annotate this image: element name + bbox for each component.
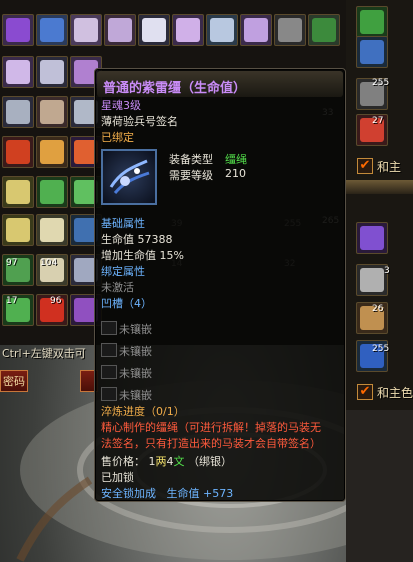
price-silver-unit: 文 bbox=[173, 455, 185, 468]
stack-count: 3 bbox=[384, 266, 390, 276]
price-bind: （绑银） bbox=[188, 455, 232, 468]
stack-count: 26 bbox=[372, 304, 384, 314]
inventory-slot[interactable] bbox=[308, 14, 340, 46]
refine-progress: 淬炼进度（0/1） bbox=[101, 405, 185, 418]
req-level-label: 需要等级 bbox=[169, 169, 213, 182]
inventory-slot[interactable] bbox=[2, 176, 34, 208]
tooltip-title-bar: 普通的紫雷缰（生命值） bbox=[97, 71, 343, 97]
equip-type-label: 装备类型 bbox=[169, 153, 213, 166]
inventory-slot[interactable] bbox=[274, 14, 306, 46]
socket-label: 未镶嵌 bbox=[119, 323, 152, 336]
inventory-slot[interactable] bbox=[36, 214, 68, 246]
checkbox-top[interactable]: ✔ bbox=[357, 158, 373, 174]
price-gold-unit: 两 bbox=[155, 455, 167, 468]
inventory-slot[interactable] bbox=[240, 14, 272, 46]
item-icon bbox=[101, 149, 157, 205]
inventory-slot[interactable] bbox=[138, 14, 170, 46]
stack-count: 96 bbox=[50, 296, 62, 306]
locked-status: 已加锁 bbox=[101, 471, 134, 484]
password-button[interactable]: 密码 bbox=[0, 370, 28, 392]
right-panel: 255 27 3 255 26 bbox=[346, 0, 413, 410]
inventory-slot[interactable] bbox=[36, 176, 68, 208]
socket-slot bbox=[101, 343, 117, 357]
inventory-slot[interactable] bbox=[36, 14, 68, 46]
description-line-1: 精心制作的缰绳（可进行拆解！掉落的马装无 bbox=[101, 421, 321, 434]
stack-count: 255 bbox=[372, 344, 390, 354]
hp-value: 57388 bbox=[137, 233, 173, 246]
inventory-slot[interactable] bbox=[2, 14, 34, 46]
inventory-slot[interactable] bbox=[2, 214, 34, 246]
price-label: 售价格： bbox=[101, 455, 145, 468]
price-gold: 1 bbox=[148, 455, 156, 468]
inventory-slot[interactable] bbox=[172, 14, 204, 46]
not-activated: 未激活 bbox=[101, 281, 134, 294]
inventory-slot[interactable] bbox=[2, 56, 34, 88]
stack-count: 27 bbox=[372, 116, 384, 126]
inventory-slot[interactable] bbox=[36, 136, 68, 168]
socket-slot bbox=[101, 387, 117, 401]
inventory-slot[interactable] bbox=[206, 14, 238, 46]
security-row: 安全锁加成 生命值 +573 bbox=[101, 487, 233, 501]
hp-row: 生命值 57388 bbox=[101, 233, 173, 247]
inventory-slot[interactable] bbox=[2, 136, 34, 168]
description-line-2: 法签名，只有打造出来的马装才会自带签名） bbox=[101, 437, 321, 450]
checkbox-label-top: 和主 bbox=[377, 160, 402, 174]
socket-label: 未镶嵌 bbox=[119, 345, 152, 358]
star-level: 星魂3级 bbox=[101, 99, 141, 112]
panel-slot[interactable] bbox=[356, 222, 388, 254]
inventory-slot[interactable] bbox=[36, 56, 68, 88]
base-attr-header: 基础属性 bbox=[101, 217, 145, 230]
security-stat: 生命值 bbox=[166, 487, 200, 500]
security-value: +573 bbox=[203, 487, 234, 500]
hp-label: 生命值 bbox=[101, 233, 134, 246]
socket-slot bbox=[101, 365, 117, 379]
inventory-slot[interactable] bbox=[104, 14, 136, 46]
socket-label: 未镶嵌 bbox=[119, 389, 152, 402]
req-level-value: 210 bbox=[225, 167, 246, 180]
hp-bonus-value: 15% bbox=[159, 249, 184, 262]
signature: 薄荷验兵号签名 bbox=[101, 115, 178, 128]
socket-label: 未镶嵌 bbox=[119, 367, 152, 380]
item-tooltip: 普通的紫雷缰（生命值） 星魂3级 薄荷验兵号签名 已绑定 装备类型 缰绳 需要等… bbox=[94, 68, 346, 502]
checkbox-label-bottom: 和主色 bbox=[377, 386, 413, 400]
security-label: 安全锁加成 bbox=[101, 487, 156, 500]
checkbox-bottom[interactable]: ✔ bbox=[357, 384, 373, 400]
inventory-slot[interactable] bbox=[2, 96, 34, 128]
equip-type-value: 缰绳 bbox=[225, 153, 247, 166]
stack-count: 97 bbox=[6, 258, 18, 268]
panel-slot[interactable] bbox=[356, 6, 388, 38]
socket-header: 凹槽（4） bbox=[101, 297, 152, 310]
inventory-slot[interactable] bbox=[70, 14, 102, 46]
panel-slot[interactable] bbox=[356, 36, 388, 68]
tooltip-title: 普通的紫雷缰（生命值） bbox=[103, 81, 247, 96]
stack-count: 104 bbox=[40, 258, 58, 268]
hp-bonus-label: 增加生命值 bbox=[101, 249, 156, 262]
inventory-slot[interactable] bbox=[36, 96, 68, 128]
price-silver: 4 bbox=[166, 455, 174, 468]
reins-icon bbox=[109, 159, 150, 194]
stack-count: 255 bbox=[372, 78, 390, 88]
price-row: 售价格： 1两4文 （绑银） bbox=[101, 455, 232, 469]
hp-bonus-row: 增加生命值 15% bbox=[101, 249, 184, 263]
stack-count: 17 bbox=[6, 296, 18, 306]
panel-divider bbox=[346, 180, 413, 194]
bound-status: 已绑定 bbox=[101, 131, 134, 144]
bind-attr-header: 绑定属性 bbox=[101, 265, 145, 278]
socket-slot bbox=[101, 321, 117, 335]
inventory-hint: Ctrl+左键双击可 bbox=[2, 347, 86, 360]
